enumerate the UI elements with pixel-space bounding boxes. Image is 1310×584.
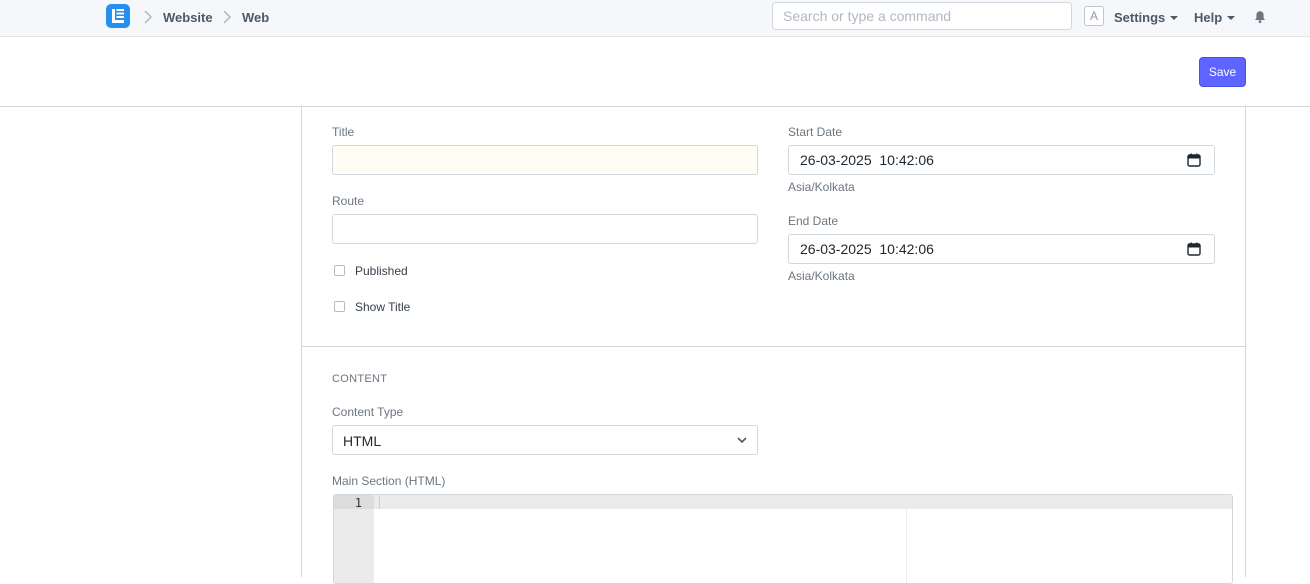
content-type-label: Content Type bbox=[332, 405, 404, 419]
chevron-down-icon bbox=[737, 437, 747, 444]
caret-down-icon bbox=[1227, 16, 1236, 20]
start-date-timezone: Asia/Kolkata bbox=[788, 180, 855, 194]
settings-dropdown[interactable]: Settings bbox=[1114, 10, 1179, 25]
editor-cursor bbox=[379, 496, 380, 509]
breadcrumb-website[interactable]: Website bbox=[163, 10, 213, 25]
save-button[interactable]: Save bbox=[1199, 57, 1246, 87]
end-date-timezone: Asia/Kolkata bbox=[788, 269, 855, 283]
form-card: Title Route Published Show Title Start D… bbox=[301, 107, 1246, 584]
start-date-value: 26-03-2025 10:42:06 bbox=[800, 152, 934, 168]
chevron-right-icon bbox=[223, 10, 232, 24]
help-label: Help bbox=[1194, 10, 1223, 25]
section-divider bbox=[302, 346, 1245, 347]
editor-print-margin bbox=[906, 509, 907, 583]
settings-label: Settings bbox=[1114, 10, 1166, 25]
show-title-label: Show Title bbox=[355, 300, 411, 314]
bell-icon[interactable] bbox=[1253, 10, 1267, 24]
calendar-icon[interactable] bbox=[1187, 242, 1201, 256]
content-section-title: CONTENT bbox=[332, 373, 388, 385]
start-date-input[interactable]: 26-03-2025 10:42:06 bbox=[788, 145, 1215, 175]
published-checkbox[interactable] bbox=[334, 265, 345, 276]
end-date-value: 26-03-2025 10:42:06 bbox=[800, 241, 934, 257]
editor-active-line bbox=[334, 495, 1232, 509]
end-date-label: End Date bbox=[788, 214, 839, 228]
show-title-checkbox[interactable] bbox=[334, 301, 345, 312]
end-date-input[interactable]: 26-03-2025 10:42:06 bbox=[788, 234, 1215, 264]
route-label: Route bbox=[332, 194, 365, 208]
search-input[interactable] bbox=[772, 2, 1072, 30]
title-input[interactable] bbox=[332, 145, 758, 175]
code-editor[interactable]: 1 bbox=[333, 494, 1233, 584]
breadcrumb-web[interactable]: Web bbox=[242, 10, 269, 25]
content-type-select[interactable]: HTML bbox=[332, 425, 758, 455]
main-section-label: Main Section (HTML) bbox=[332, 474, 446, 488]
avatar[interactable]: A bbox=[1084, 6, 1104, 26]
published-label: Published bbox=[355, 264, 408, 278]
title-label: Title bbox=[332, 125, 355, 139]
page-header: Save bbox=[0, 37, 1310, 107]
chevron-right-icon bbox=[144, 10, 153, 24]
caret-down-icon bbox=[1170, 16, 1179, 20]
calendar-icon[interactable] bbox=[1187, 153, 1201, 167]
app-logo-icon[interactable] bbox=[106, 4, 130, 28]
content-type-value: HTML bbox=[343, 433, 382, 449]
editor-line-number: 1 bbox=[354, 496, 362, 510]
route-input[interactable] bbox=[332, 214, 758, 244]
start-date-label: Start Date bbox=[788, 125, 843, 139]
navbar: Website Web A Settings Help bbox=[0, 0, 1310, 37]
help-dropdown[interactable]: Help bbox=[1194, 10, 1236, 25]
